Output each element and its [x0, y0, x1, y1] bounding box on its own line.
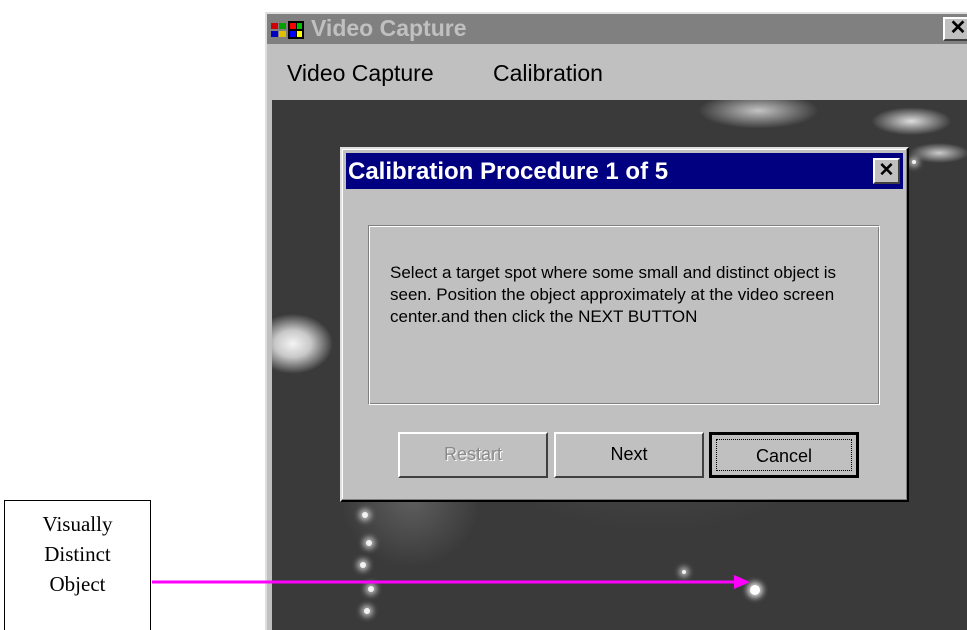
video-highlight [366, 540, 372, 546]
video-highlight [362, 512, 368, 518]
menu-item-video-capture[interactable]: Video Capture [287, 60, 434, 87]
close-icon: ✕ [949, 17, 967, 39]
video-highlight [682, 570, 686, 574]
target-spot [750, 585, 760, 595]
video-highlight [360, 562, 366, 568]
window-close-button[interactable]: ✕ [943, 17, 967, 41]
menu-bar: Video Capture Calibration [267, 44, 967, 100]
annotation-line-3: Object [49, 572, 106, 596]
annotation-callout: Visually Distinct Object [4, 500, 151, 630]
calibration-dialog: Calibration Procedure 1 of 5 ✕ Select a … [340, 147, 909, 502]
instruction-text: Select a target spot where some small an… [390, 263, 836, 326]
window-title-bar[interactable]: Video Capture ✕ [267, 14, 967, 44]
instruction-panel: Select a target spot where some small an… [368, 225, 880, 405]
restart-button[interactable]: Restart [398, 432, 548, 478]
dialog-close-button[interactable]: ✕ [873, 158, 900, 184]
close-icon: ✕ [878, 160, 895, 181]
dialog-title-bar[interactable]: Calibration Procedure 1 of 5 ✕ [346, 153, 903, 189]
video-highlight [912, 160, 916, 164]
dialog-title: Calibration Procedure 1 of 5 [348, 158, 669, 185]
window-title: Video Capture [311, 15, 467, 41]
windows-app-icon [271, 21, 304, 39]
cancel-label: Cancel [716, 439, 852, 471]
cancel-button[interactable]: Cancel [709, 432, 859, 478]
annotation-line-1: Visually [42, 512, 113, 536]
menu-item-calibration[interactable]: Calibration [493, 60, 603, 87]
next-button[interactable]: Next [554, 432, 704, 478]
video-highlight [368, 586, 374, 592]
annotation-line-2: Distinct [44, 542, 111, 566]
video-highlight [364, 608, 370, 614]
